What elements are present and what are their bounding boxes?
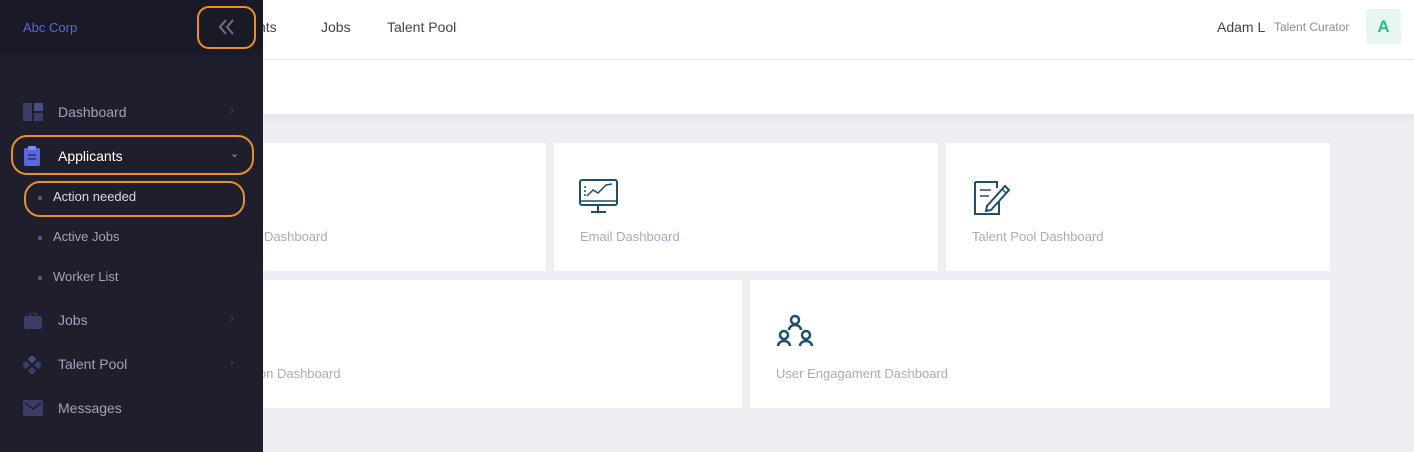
monitor-chart-icon [578,178,620,221]
nav-talent-pool[interactable]: Talent Pool [387,19,456,35]
sidebar-item-label: Dashboard [58,104,127,120]
card-label: User Engagament Dashboard [776,366,948,381]
nav-jobs[interactable]: Jobs [321,19,351,35]
sidebar-item-label: Messages [58,400,122,416]
card-label: Talent Pool Dashboard [972,229,1104,244]
sidebar-header: Abc Corp [0,0,263,55]
sidebar-subitem-active-jobs[interactable]: Active Jobs [0,220,263,256]
sidebar-item-label: Talent Pool [58,356,128,372]
avatar[interactable]: A [1366,9,1401,44]
user-name[interactable]: Adam L [1217,19,1265,35]
chevron-right-icon: › [230,313,234,325]
sidebar-item-dashboard[interactable]: Dashboard › [0,92,263,132]
highlight-ring [11,135,254,175]
clipboard-pen-icon [971,176,1013,223]
briefcase-icon [24,312,42,334]
email-dashboard-card[interactable]: Email Dashboard [554,143,938,271]
bullet-dot [38,276,42,280]
highlight-ring [24,181,245,217]
sidebar-subitem-label: Active Jobs [53,229,120,244]
card-label: ion Dashboard [256,366,341,381]
people-network-icon [775,313,817,354]
diamond-grid-icon [21,354,43,379]
user-role: Talent Curator [1274,20,1350,34]
sidebar-item-messages[interactable]: Messages [0,388,263,428]
sidebar-subitem-label: Worker List [53,269,119,284]
chevron-right-icon: › [230,105,234,117]
double-chevron-left-icon[interactable] [218,18,236,41]
mail-icon [23,400,43,421]
brand-name[interactable]: Abc Corp [23,20,77,35]
card-label: Email Dashboard [580,229,680,244]
chevron-right-icon: › [230,357,234,369]
sidebar: Abc Corp Dashboard › Applicants ⌄ Action… [0,0,263,452]
dashboard-icon [23,103,43,126]
user-engagement-dashboard-card[interactable]: User Engagament Dashboard [750,280,1330,408]
sidebar-item-label: Jobs [58,312,88,328]
talent-pool-dashboard-card[interactable]: Talent Pool Dashboard [946,143,1330,271]
card-label: Dashboard [264,229,328,244]
sidebar-item-talent-pool[interactable]: Talent Pool › [0,344,263,384]
sidebar-item-jobs[interactable]: Jobs › [0,300,263,340]
sidebar-subitem-worker-list[interactable]: Worker List [0,260,263,296]
bullet-dot [38,236,42,240]
